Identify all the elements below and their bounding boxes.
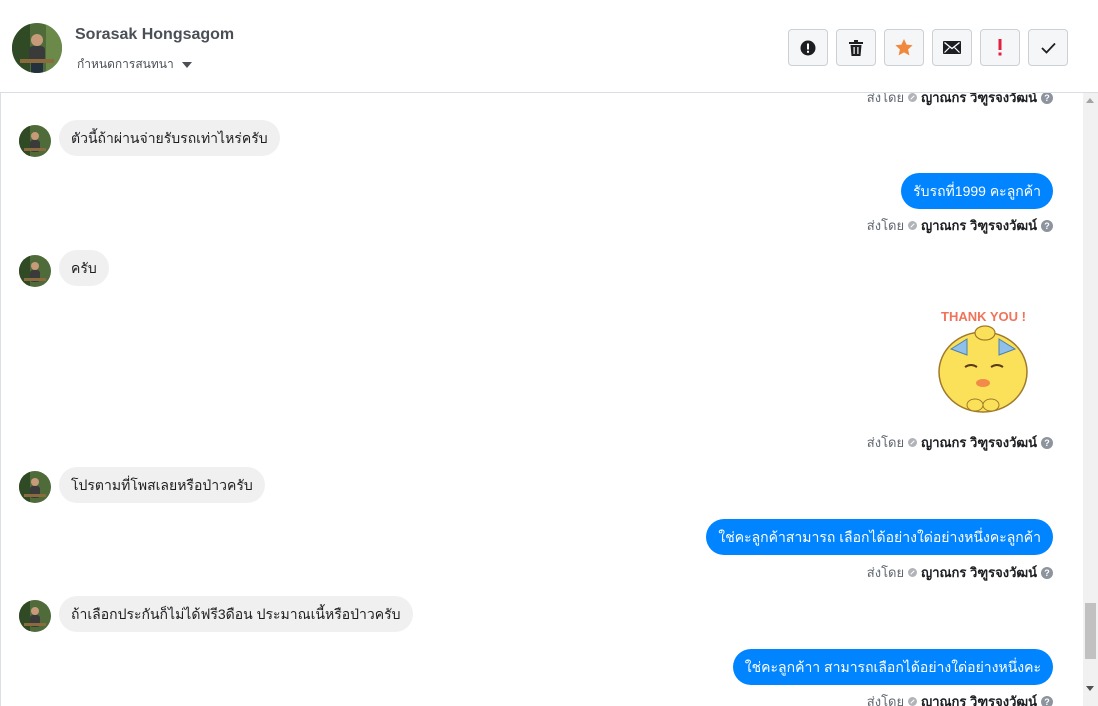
check-circle-icon xyxy=(908,438,918,447)
message-thread[interactable]: ส่งโดย ญาณกร วิฑูรจงวัฒน์ ? ตัวนี้ถ้าผ่า… xyxy=(0,93,1083,706)
sticker-text: THANK YOU ! xyxy=(941,309,1026,324)
sent-by-agent: ญาณกร วิฑูรจงวัฒน์ xyxy=(921,694,1037,706)
contact-avatar-small[interactable] xyxy=(19,600,51,632)
sent-by-row: ส่งโดย ญาณกร วิฑูรจงวัฒน์ ? xyxy=(867,691,1053,706)
scroll-down-arrow-icon[interactable] xyxy=(1086,686,1094,691)
check-circle-icon xyxy=(908,221,918,230)
sent-by-agent: ญาณกร วิฑูรจงวัฒน์ xyxy=(921,435,1037,450)
sent-by-prefix: ส่งโดย xyxy=(866,218,905,233)
sent-by-row: ส่งโดย ญาณกร วิฑูรจงวัฒน์ ? xyxy=(867,93,1053,108)
caret-down-icon xyxy=(181,61,192,68)
conversation-settings-label: กำหนดการสนทนา xyxy=(77,57,174,71)
thread-scrollbar[interactable] xyxy=(1083,93,1098,706)
check-icon xyxy=(1040,42,1056,54)
message-bubble-outgoing[interactable]: ใช่คะลูกค้าา สามารถเลือกได้อย่างใด่อย่าง… xyxy=(732,649,1053,685)
check-circle-icon xyxy=(908,568,918,577)
sent-by-agent: ญาณกร วิฑูรจงวัฒน์ xyxy=(921,218,1037,233)
sent-by-prefix: ส่งโดย xyxy=(866,93,905,105)
message-bubble-incoming[interactable]: ครับ xyxy=(59,250,109,286)
check-circle-icon xyxy=(908,697,918,706)
contact-avatar[interactable] xyxy=(12,23,62,73)
sent-by-row: ส่งโดย ญาณกร วิฑูรจงวัฒน์ ? xyxy=(867,432,1053,453)
help-icon[interactable]: ? xyxy=(1041,436,1053,449)
help-icon[interactable]: ? xyxy=(1041,93,1053,104)
important-button[interactable] xyxy=(980,29,1020,66)
contact-name[interactable]: Sorasak Hongsagom xyxy=(75,26,234,44)
sent-by-prefix: ส่งโดย xyxy=(866,565,905,580)
contact-avatar-small[interactable] xyxy=(19,471,51,503)
help-icon[interactable]: ? xyxy=(1041,695,1053,706)
contact-avatar-small[interactable] xyxy=(19,255,51,287)
conversation-header: Sorasak Hongsagom กำหนดการสนทนา xyxy=(0,0,1098,93)
message-bubble-incoming[interactable]: โปรตามที่โพสเลยหรือป่าวครับ xyxy=(59,467,265,503)
scrollbar-thumb[interactable] xyxy=(1085,603,1096,659)
exclamation-icon xyxy=(998,39,1002,56)
message-bubble-incoming[interactable]: ถ้าเลือกประกันก็ไม่ได้ฟรี3ดือน ประมาณเนี… xyxy=(59,596,413,632)
alert-circle-icon xyxy=(800,40,816,55)
contact-avatar-small[interactable] xyxy=(19,125,51,157)
mark-unread-button[interactable] xyxy=(932,29,972,66)
sent-by-row: ส่งโดย ญาณกร วิฑูรจงวัฒน์ ? xyxy=(867,562,1053,583)
check-circle-icon xyxy=(908,93,918,102)
sent-by-prefix: ส่งโดย xyxy=(866,435,905,450)
help-icon[interactable]: ? xyxy=(1041,566,1053,579)
report-button[interactable] xyxy=(788,29,828,66)
sent-by-agent: ญาณกร วิฑูรจงวัฒน์ xyxy=(921,565,1037,580)
sent-by-row: ส่งโดย ญาณกร วิฑูรจงวัฒน์ ? xyxy=(867,215,1053,236)
help-icon[interactable]: ? xyxy=(1041,219,1053,232)
star-icon xyxy=(895,39,913,56)
star-button[interactable] xyxy=(884,29,924,66)
scroll-up-arrow-icon[interactable] xyxy=(1086,98,1094,103)
message-bubble-outgoing[interactable]: รับรถที่1999 คะลูกค้า xyxy=(901,173,1053,209)
sent-by-agent: ญาณกร วิฑูรจงวัฒน์ xyxy=(921,93,1037,105)
delete-button[interactable] xyxy=(836,29,876,66)
trash-icon xyxy=(849,39,863,56)
message-bubble-outgoing[interactable]: ใช่คะลูกค้าสามารถ เลือกได้อย่างใด่อย่างห… xyxy=(706,519,1053,555)
thank-you-sticker[interactable]: THANK YOU ! xyxy=(933,307,1033,417)
envelope-icon xyxy=(943,41,961,54)
sent-by-prefix: ส่งโดย xyxy=(866,694,905,706)
mark-done-button[interactable] xyxy=(1028,29,1068,66)
conversation-settings-dropdown[interactable]: กำหนดการสนทนา xyxy=(77,55,192,74)
action-toolbar xyxy=(788,29,1068,66)
message-bubble-incoming[interactable]: ตัวนี้ถ้าผ่านจ่ายรับรถเท่าไหร่ครับ xyxy=(59,120,280,156)
